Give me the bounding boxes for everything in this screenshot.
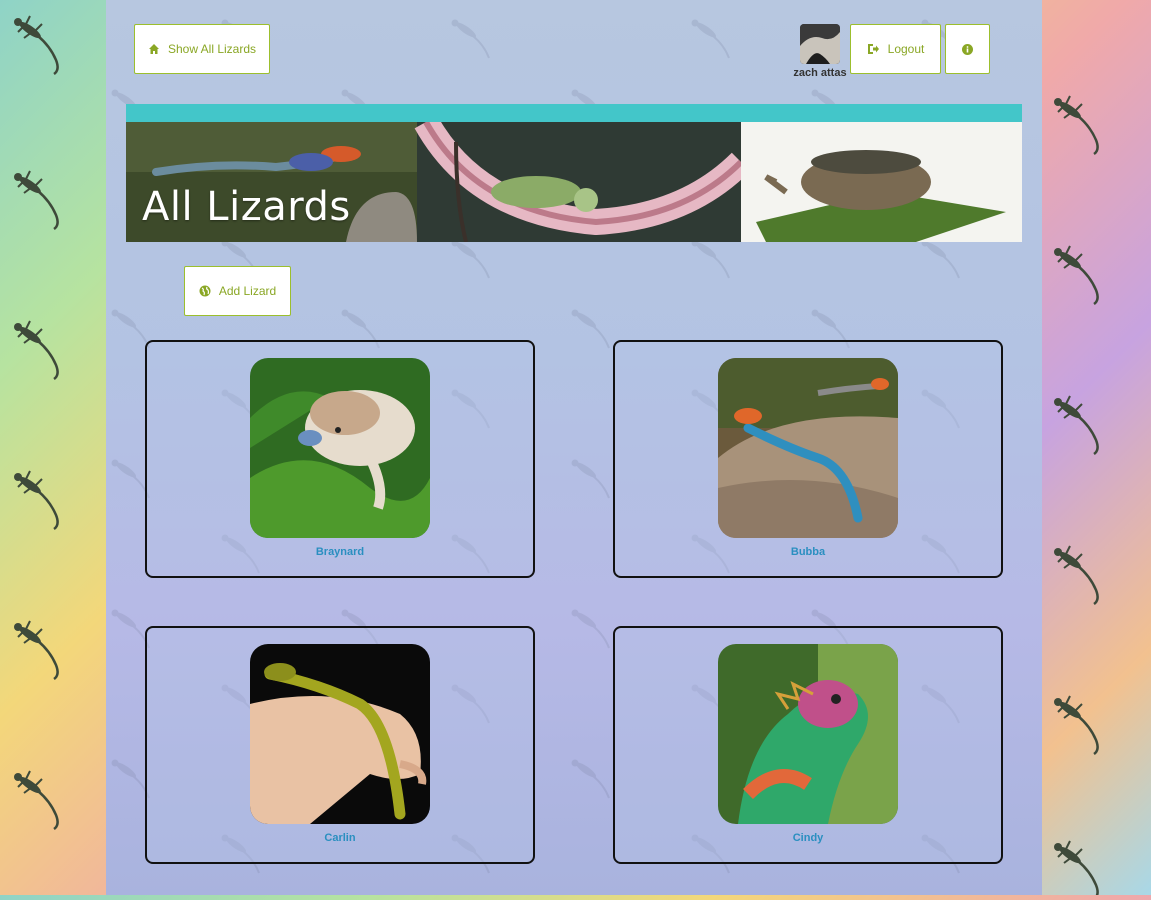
logout-icon <box>867 43 880 55</box>
logout-label: Logout <box>887 42 925 56</box>
page-banner: All Lizards <box>126 122 1022 242</box>
lizard-photo[interactable] <box>718 358 898 538</box>
lizard-name-link[interactable]: Bubba <box>615 546 1001 558</box>
add-lizard-button[interactable]: Add Lizard <box>184 266 291 316</box>
show-all-lizards-label: Show All Lizards <box>167 42 257 56</box>
info-button[interactable] <box>945 24 990 74</box>
add-lizard-label: Add Lizard <box>218 284 277 298</box>
lizard-photo[interactable] <box>250 358 430 538</box>
logout-button[interactable]: Logout <box>850 24 941 74</box>
avatar <box>800 24 840 64</box>
lizard-card[interactable]: Cindy <box>613 626 1003 864</box>
lizard-card[interactable]: Bubba <box>613 340 1003 578</box>
lizard-card[interactable]: Carlin <box>145 626 535 864</box>
lizard-name-link[interactable]: Carlin <box>147 832 533 844</box>
info-icon <box>962 43 973 55</box>
lizard-name-link[interactable]: Cindy <box>615 832 1001 844</box>
main-content: Show All Lizards zach attas Logout All L… <box>106 0 1042 895</box>
globe-icon <box>199 285 211 297</box>
show-all-lizards-button[interactable]: Show All Lizards <box>134 24 270 74</box>
banner-accent-bar <box>126 104 1022 122</box>
user-profile[interactable]: zach attas <box>792 24 848 79</box>
username: zach attas <box>793 67 847 79</box>
home-icon <box>148 43 160 55</box>
lizard-card[interactable]: Braynard <box>145 340 535 578</box>
lizard-name-link[interactable]: Braynard <box>147 546 533 558</box>
lizard-photo[interactable] <box>718 644 898 824</box>
lizard-photo[interactable] <box>250 644 430 824</box>
page-title: All Lizards <box>142 184 351 230</box>
